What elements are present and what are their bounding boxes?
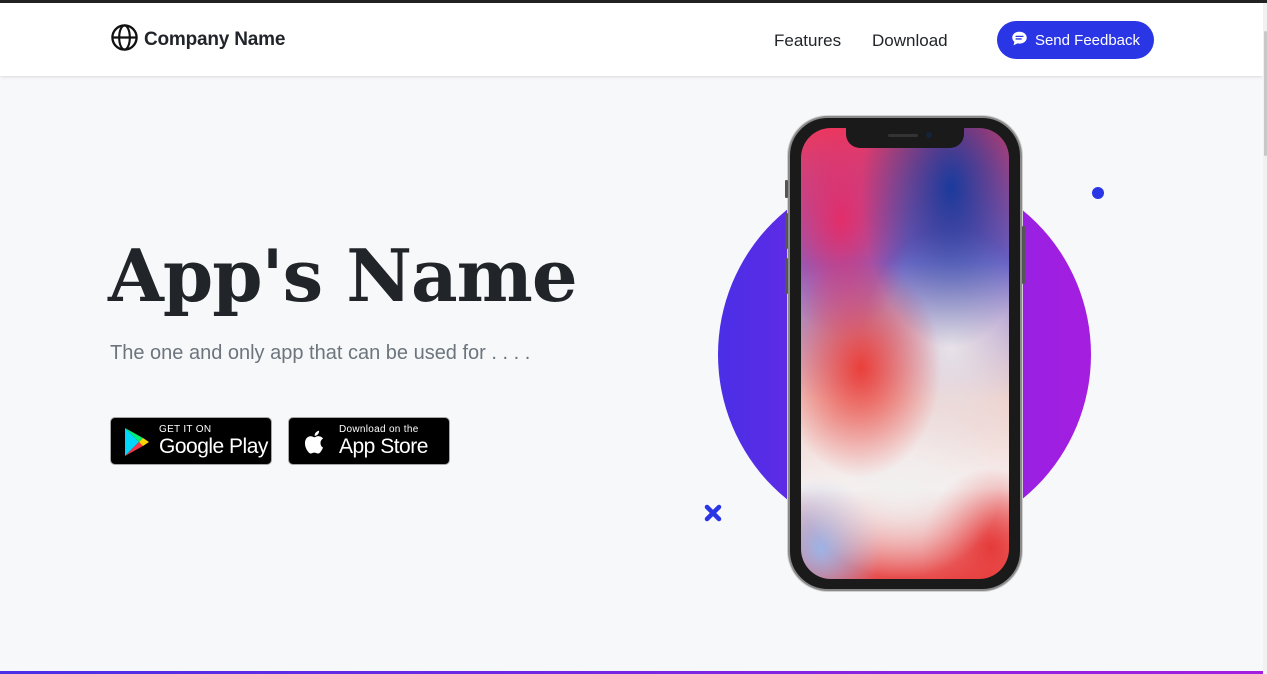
phone-screen xyxy=(801,128,1009,579)
app-store-button[interactable]: Download on the App Store xyxy=(288,417,450,465)
globe-icon xyxy=(110,23,139,57)
brand-name: Company Name xyxy=(144,29,286,50)
google-play-big-text: Google Play xyxy=(159,435,268,458)
brand[interactable]: Company Name xyxy=(110,23,286,57)
phone-volume-up xyxy=(785,213,788,249)
hero-subtitle: The one and only app that can be used fo… xyxy=(110,342,531,364)
decorative-cross-icon xyxy=(704,504,722,522)
nav-link-download[interactable]: Download xyxy=(872,31,948,51)
google-play-button[interactable]: GET IT ON Google Play xyxy=(110,417,272,465)
app-store-small-text: Download on the xyxy=(339,424,419,435)
navbar: Company Name Features Download Send Feed… xyxy=(0,3,1263,76)
phone-speaker xyxy=(888,134,918,137)
scrollbar-track[interactable] xyxy=(1263,3,1267,674)
send-feedback-label: Send Feedback xyxy=(1034,31,1141,49)
chat-bubble-icon xyxy=(1011,30,1035,51)
phone-mute-switch xyxy=(785,180,788,198)
google-play-small-text: GET IT ON xyxy=(159,424,212,435)
send-feedback-button[interactable]: Send Feedback xyxy=(997,21,1154,59)
phone-notch xyxy=(846,128,964,148)
hero-title: App's Name xyxy=(108,233,578,318)
phone-camera xyxy=(926,132,932,138)
phone-power-button xyxy=(1022,226,1025,284)
app-store-big-text: App Store xyxy=(339,435,428,458)
phone-mockup xyxy=(785,116,1025,591)
nav-link-features[interactable]: Features xyxy=(774,31,841,51)
phone-volume-down xyxy=(785,258,788,294)
decorative-dot xyxy=(1092,187,1104,199)
